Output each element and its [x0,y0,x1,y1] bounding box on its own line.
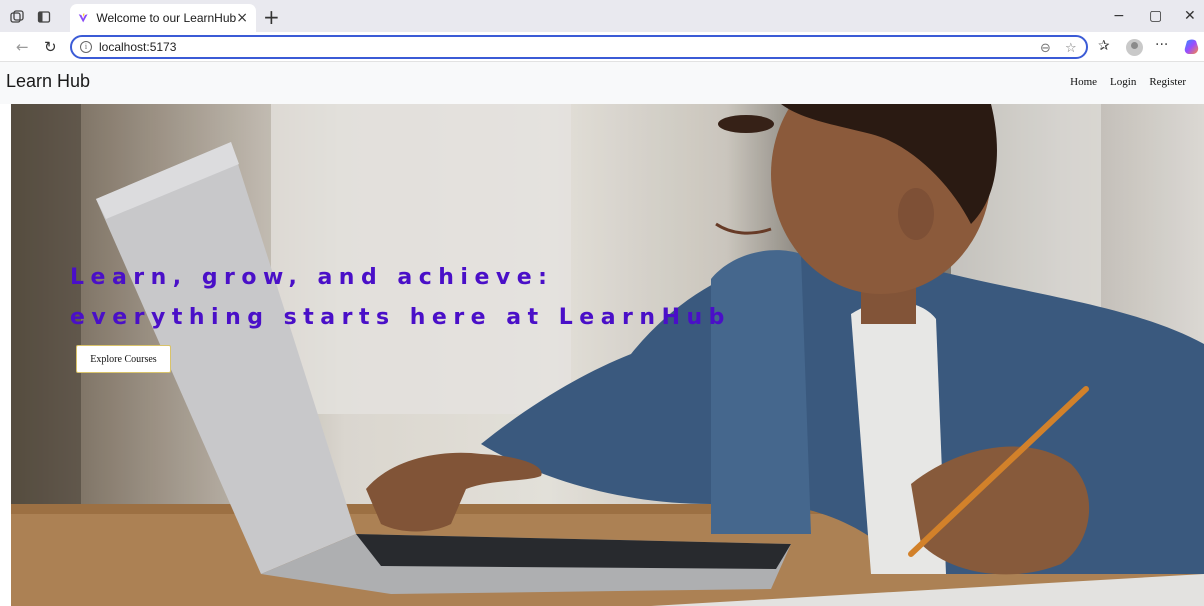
hero-heading-line2: everything starts here at LearnHub [70,305,731,330]
tab-actions-icon[interactable] [36,9,52,25]
minimize-icon[interactable]: − [1113,8,1125,24]
address-bar[interactable]: i localhost:5173 ⊖ ☆ [70,35,1088,59]
tab-title: Welcome to our LearnHub [96,11,237,25]
copilot-icon[interactable] [1183,38,1201,56]
hero-background-image [11,104,1204,606]
back-arrow-icon[interactable]: ← [16,38,29,56]
zoom-icon[interactable]: ⊖ [1040,41,1051,56]
brand-logo-text[interactable]: Learn Hub [6,71,90,92]
more-options-icon[interactable]: ··· [1155,37,1168,53]
hero-banner: Learn, grow, and achieve: everything sta… [11,104,1204,606]
site-nav: Home Login Register [1070,76,1186,88]
hero-heading-line1: Learn, grow, and achieve: [70,265,554,290]
refresh-icon[interactable]: ↻ [44,38,57,56]
browser-toolbar: ← ↻ i localhost:5173 ⊖ ☆ ✰ ··· [0,32,1204,62]
url-text[interactable]: localhost:5173 [99,40,176,54]
browser-tab-active[interactable]: Welcome to our LearnHub × [70,4,256,32]
hero-heading: Learn, grow, and achieve: everything sta… [70,258,731,338]
close-tab-icon[interactable]: × [236,10,248,26]
vite-favicon-icon [78,13,88,23]
close-window-icon[interactable]: ✕ [1184,8,1196,24]
profile-avatar-icon[interactable] [1126,39,1143,56]
restore-icon[interactable]: ▢ [1149,8,1162,24]
nav-register-link[interactable]: Register [1149,76,1186,88]
favorites-bar-icon[interactable]: ✰ [1098,38,1110,54]
site-header: Learn Hub Home Login Register [0,62,1204,104]
site-info-icon[interactable]: i [80,41,92,53]
new-tab-button[interactable]: + [263,5,280,29]
favorite-star-icon[interactable]: ☆ [1065,41,1077,56]
browser-tab-strip: Welcome to our LearnHub × + − ▢ ✕ [0,0,1204,32]
nav-login-link[interactable]: Login [1110,76,1136,88]
workspaces-icon[interactable] [9,9,25,25]
nav-home-link[interactable]: Home [1070,76,1097,88]
explore-courses-button[interactable]: Explore Courses [76,345,171,373]
